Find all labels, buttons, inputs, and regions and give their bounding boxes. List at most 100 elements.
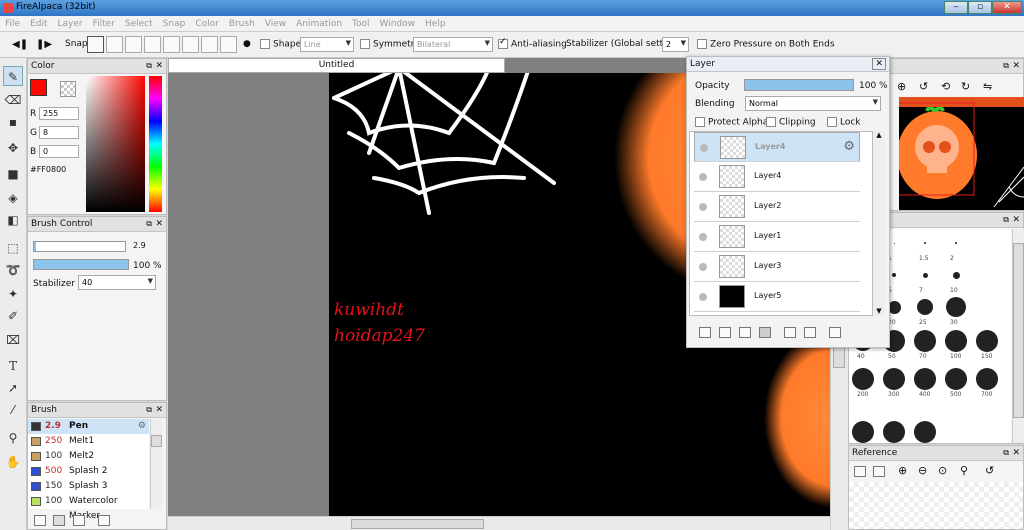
visibility-icon[interactable] <box>699 233 707 241</box>
document-tab[interactable]: Untitled <box>168 58 505 73</box>
brush-size-dot[interactable] <box>945 330 967 352</box>
menu-item-view[interactable]: View <box>260 16 291 32</box>
brush-size-dot[interactable] <box>883 368 905 390</box>
select-eraser-tool-icon[interactable]: ⌧ <box>3 330 23 350</box>
close-window-button[interactable]: ✕ <box>992 1 1022 14</box>
zoom-in-icon[interactable]: ⊕ <box>898 464 907 477</box>
menu-item-animation[interactable]: Animation <box>291 16 347 32</box>
gradient-tool-icon[interactable]: ◧ <box>3 210 23 230</box>
clipping-checkbox[interactable]: Clipping <box>766 117 816 128</box>
layer-row[interactable]: Layer5 <box>694 282 860 312</box>
size-scrollbar[interactable] <box>1012 229 1024 443</box>
menu-item-window[interactable]: Window <box>375 16 421 32</box>
brush-opacity-slider[interactable] <box>33 259 129 270</box>
brush-size-dot[interactable] <box>917 299 933 315</box>
new-folder-icon[interactable] <box>759 327 771 338</box>
rotate-right-icon[interactable]: ↻ <box>961 80 970 93</box>
brush-size-dot[interactable] <box>952 271 960 279</box>
hand-tool-icon[interactable]: ✋ <box>3 452 23 472</box>
brush-settings-icon[interactable]: ⚙ <box>138 419 146 434</box>
layer-row[interactable]: Layer4 <box>694 162 860 192</box>
menu-item-edit[interactable]: Edit <box>25 16 52 32</box>
close-icon[interactable]: ✕ <box>1012 59 1020 73</box>
layer-row[interactable]: Layer1 <box>694 222 860 252</box>
open-reference-icon[interactable] <box>854 466 866 477</box>
visibility-icon[interactable] <box>700 144 708 152</box>
brush-item[interactable]: 500 Splash 2 <box>28 464 149 479</box>
folder-icon[interactable] <box>53 515 65 526</box>
select-tool-icon[interactable]: ⬚ <box>3 238 23 258</box>
brush-size-dot[interactable] <box>976 330 998 352</box>
visibility-icon[interactable] <box>699 263 707 271</box>
eyedropper-tool-icon[interactable]: ⚲ <box>3 428 23 448</box>
brush-stabilizer-select[interactable]: 40 ▼ <box>78 275 156 290</box>
new-8bit-layer-icon[interactable] <box>719 327 731 338</box>
blending-select[interactable]: Normal ▼ <box>745 96 881 111</box>
reference-view[interactable] <box>849 482 1023 529</box>
bucket-tool-icon[interactable]: ◈ <box>3 188 23 208</box>
hue-slider[interactable] <box>149 76 162 212</box>
delete-brush-icon[interactable] <box>98 515 110 526</box>
brush-size-dot[interactable] <box>852 421 874 443</box>
dot-tool-icon[interactable]: ▪ <box>3 112 23 132</box>
snap-vanishing-button[interactable] <box>144 36 161 53</box>
layer-list-scrollbar[interactable]: ▲ ▼ <box>873 131 885 316</box>
menu-item-help[interactable]: Help <box>420 16 451 32</box>
scroll-thumb[interactable] <box>351 519 484 529</box>
brush-size-dot[interactable] <box>955 242 957 244</box>
brush-item[interactable]: 150 Splash 3 <box>28 479 149 494</box>
merge-down-icon[interactable] <box>804 327 816 338</box>
menu-item-snap[interactable]: Snap <box>158 16 191 32</box>
symmetry-toggle[interactable]: Symmetry <box>360 39 420 50</box>
brush-item[interactable]: 100 Melt2 <box>28 449 149 464</box>
brush-size-dot[interactable] <box>893 242 895 244</box>
menu-item-color[interactable]: Color <box>190 16 224 32</box>
protect-alpha-checkbox[interactable]: Protect Alpha <box>695 117 768 128</box>
transparent-color-swatch[interactable] <box>60 81 76 97</box>
menu-item-brush[interactable]: Brush <box>224 16 260 32</box>
brush-item[interactable]: 2.9 Pen ⚙ <box>28 419 149 434</box>
next-frame-icon[interactable]: ❚▶ <box>36 39 52 50</box>
foreground-color-swatch[interactable] <box>30 79 47 96</box>
rotate-left-icon[interactable]: ↺ <box>919 80 928 93</box>
snap-circle-button[interactable] <box>182 36 199 53</box>
divide-tool-icon[interactable]: ⁄ <box>3 400 23 420</box>
layer-row[interactable]: Layer4 ⚙ <box>694 132 860 162</box>
reset-rotation-icon[interactable]: ⟲ <box>941 80 950 93</box>
lock-checkbox[interactable]: Lock <box>827 117 861 128</box>
brush-size-dot[interactable] <box>914 330 936 352</box>
zoom-in-icon[interactable]: ⊕ <box>897 80 906 93</box>
menu-item-file[interactable]: File <box>0 16 25 32</box>
fill-tool-icon[interactable]: ■ <box>3 164 23 184</box>
text-tool-icon[interactable]: T <box>3 356 23 376</box>
eyedropper-icon[interactable]: ⚲ <box>960 464 968 477</box>
new-brush-icon[interactable] <box>34 515 46 526</box>
zoom-out-icon[interactable]: ⊖ <box>918 464 927 477</box>
duplicate-brush-icon[interactable] <box>73 515 85 526</box>
brush-size-dot[interactable] <box>892 273 896 277</box>
symmetry-select[interactable]: Bilateral ▼ <box>413 37 493 52</box>
visibility-icon[interactable] <box>699 293 707 301</box>
shape-select[interactable]: Line ▼ <box>300 37 354 52</box>
brush-list-scrollbar[interactable] <box>150 419 162 509</box>
brush-size-dot[interactable] <box>852 368 874 390</box>
close-icon[interactable]: ✕ <box>1012 446 1020 460</box>
zero-pressure-toggle[interactable]: Zero Pressure on Both Ends <box>697 39 835 50</box>
snap-settings-icon[interactable]: ● <box>243 39 251 49</box>
brush-size-dot[interactable] <box>922 272 928 278</box>
brush-item[interactable]: 100Watercolor Marker <box>28 494 149 521</box>
close-icon[interactable]: ✕ <box>1012 213 1020 227</box>
new-layer-icon[interactable] <box>699 327 711 338</box>
r-input[interactable]: 255 <box>39 107 79 120</box>
layer-row[interactable]: Layer2 <box>694 192 860 222</box>
snap-radial-button[interactable] <box>163 36 180 53</box>
lasso-tool-icon[interactable]: ➰ <box>3 260 23 280</box>
snap-grid-button[interactable] <box>220 36 237 53</box>
saturation-value-picker[interactable] <box>86 76 145 212</box>
close-icon[interactable]: ✕ <box>155 403 163 417</box>
close-icon[interactable]: ✕ <box>155 59 163 73</box>
brush-size-dot[interactable] <box>924 242 926 244</box>
menu-item-tool[interactable]: Tool <box>347 16 374 32</box>
brush-size-dot[interactable] <box>945 368 967 390</box>
pen-tool-icon[interactable]: ✎ <box>3 66 23 86</box>
